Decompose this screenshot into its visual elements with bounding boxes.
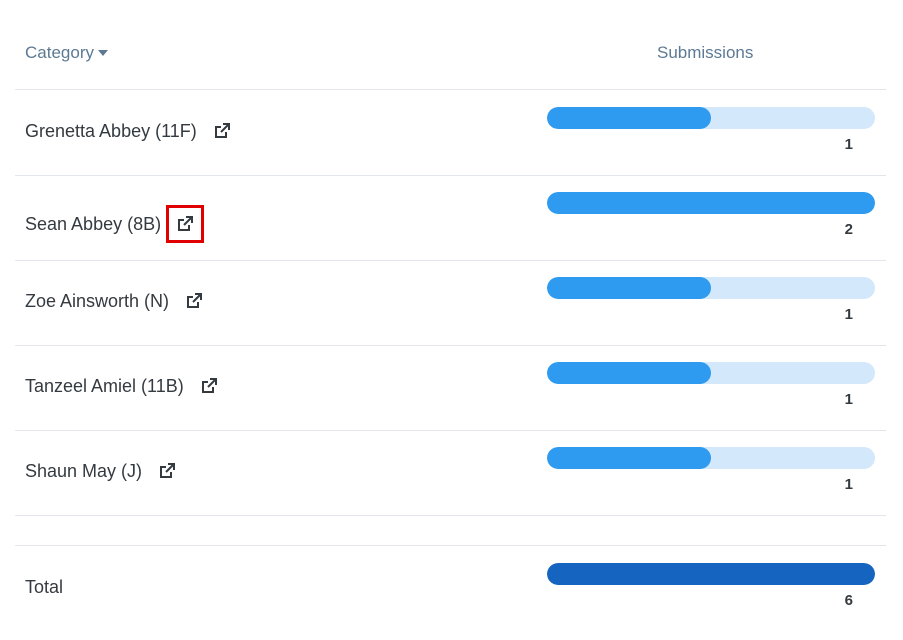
submissions-bar-fill [547,192,875,214]
table-row: Shaun May (J) 1 [15,430,886,516]
submissions-count: 1 [844,306,853,323]
submissions-bar-fill [547,362,711,384]
table-header: Category Submissions [15,0,886,90]
total-bar [547,563,875,585]
submissions-header: Submissions [657,43,754,62]
submissions-bar [547,362,875,384]
category-header-label: Category [25,43,94,62]
row-name: Grenetta Abbey (11F) [25,120,197,141]
total-count: 6 [844,592,853,609]
submissions-bar [547,277,875,299]
submissions-bar-fill [547,107,711,129]
external-link-icon[interactable] [198,375,220,397]
category-sort-header[interactable]: Category [25,43,108,63]
row-name: Sean Abbey (8B) [25,213,162,234]
submissions-count: 1 [844,136,853,153]
row-name: Zoe Ainsworth (N) [25,290,170,311]
caret-down-icon [97,49,108,56]
submissions-table: Category Submissions Grenetta Abbey (11F… [0,0,903,640]
submissions-bar [547,192,875,214]
external-link-icon[interactable] [156,460,178,482]
external-link-icon[interactable] [166,205,205,243]
total-label: Total [25,577,64,597]
submissions-count: 2 [844,221,853,238]
table-row: Zoe Ainsworth (N) 1 [15,260,886,346]
row-name: Shaun May (J) [25,460,143,481]
table-row: Sean Abbey (8B) 2 [15,175,886,261]
submissions-bar [547,447,875,469]
total-row: Total 6 [15,546,886,640]
external-link-icon[interactable] [211,120,233,142]
submissions-count: 1 [844,476,853,493]
submissions-bar-fill [547,277,711,299]
row-name: Tanzeel Amiel (11B) [25,375,184,396]
external-link-icon[interactable] [183,290,205,312]
total-bar-fill [547,563,875,585]
table-row: Tanzeel Amiel (11B) 1 [15,345,886,431]
submissions-bar [547,107,875,129]
table-row: Grenetta Abbey (11F) 1 [15,90,886,176]
submissions-bar-fill [547,447,711,469]
submissions-count: 1 [844,391,853,408]
